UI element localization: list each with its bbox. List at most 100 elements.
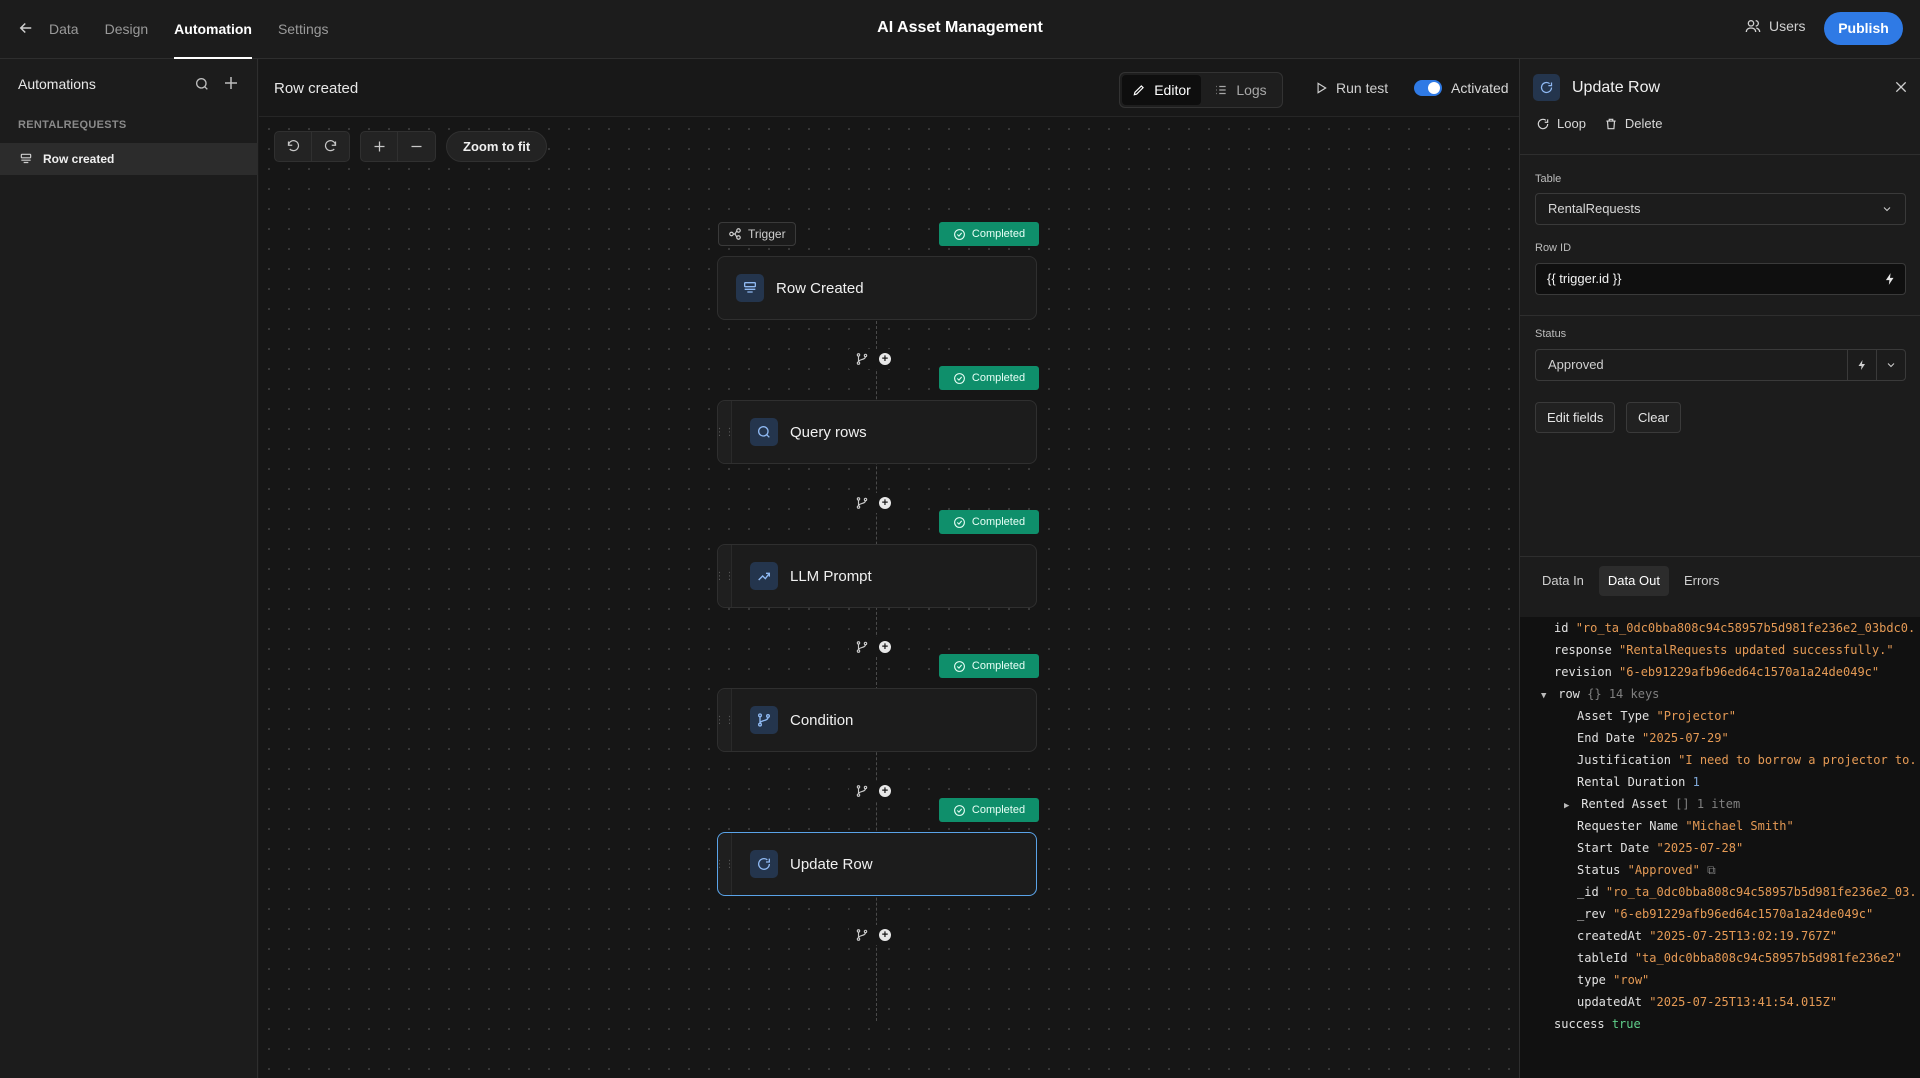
chevron-down-icon: [1887, 363, 1895, 368]
table-icon: [20, 153, 32, 164]
json-key: End Date: [1577, 731, 1635, 745]
json-value: "2025-07-28": [1656, 841, 1744, 855]
tab-data-out[interactable]: Data Out: [1598, 566, 1669, 596]
json-row-expandable[interactable]: ▶ Rented Asset [] 1 item: [1564, 793, 1740, 815]
json-row: Status "Approved" ⧉: [1577, 859, 1716, 881]
tab-automation[interactable]: Automation: [174, 0, 252, 59]
data-out-viewer[interactable]: id "ro_ta_0dc0bba808c94c58957b5d981fe236…: [1520, 617, 1920, 1078]
minus-icon: [411, 145, 422, 148]
drag-handle[interactable]: ⋮⋮: [715, 833, 735, 895]
close-icon[interactable]: [1893, 79, 1909, 95]
status-field[interactable]: Approved: [1535, 349, 1906, 381]
clear-button[interactable]: Clear: [1626, 402, 1682, 433]
add-step-icon[interactable]: +: [879, 641, 891, 653]
expand-arrow-icon[interactable]: ▶: [1564, 795, 1574, 815]
automations-sidebar: Automations RENTALREQUESTS Row created: [0, 59, 258, 1078]
check-circle-icon: [953, 804, 965, 816]
search-icon[interactable]: [194, 76, 210, 92]
users-button[interactable]: Users: [1745, 18, 1806, 34]
chevron-down-icon: [1883, 207, 1891, 212]
json-value: "ta_0dc0bba808c94c58957b5d981fe236e2": [1634, 951, 1903, 965]
collapse-arrow-icon[interactable]: ▼: [1541, 685, 1551, 705]
plus-icon[interactable]: [222, 74, 240, 92]
json-key: type: [1577, 973, 1606, 987]
node-title: LLM Prompt: [790, 567, 872, 585]
activated-label: Activated: [1451, 80, 1509, 96]
branch-icon[interactable]: [855, 352, 869, 366]
json-row: Rental Duration 1: [1577, 771, 1700, 793]
json-row: Asset Type "Projector": [1577, 705, 1736, 727]
canvas-title: Row created: [274, 80, 359, 97]
top-nav: Data Design Automation Settings: [49, 0, 355, 59]
json-row: End Date "2025-07-29": [1577, 727, 1729, 749]
json-key: id: [1554, 621, 1569, 635]
json-row: Justification "I need to borrow a projec…: [1577, 749, 1916, 771]
undo-icon: [287, 140, 299, 152]
add-step-icon[interactable]: +: [879, 929, 891, 941]
run-test-button[interactable]: Run test: [1314, 80, 1388, 96]
json-row: updatedAt "2025-07-25T13:41:54.015Z": [1577, 991, 1837, 1013]
tab-errors[interactable]: Errors: [1675, 566, 1728, 596]
sidebar-item-label: Row created: [43, 152, 115, 166]
json-value: "2025-07-25T13:02:19.767Z": [1649, 929, 1838, 943]
step-connector: +: [849, 925, 897, 945]
status-badge: Completed: [939, 222, 1039, 246]
add-step-icon[interactable]: +: [879, 785, 891, 797]
node-row-created[interactable]: Row Created: [717, 256, 1037, 320]
json-value: true: [1611, 1017, 1641, 1031]
loop-button[interactable]: Loop: [1536, 116, 1586, 131]
branch-icon[interactable]: [855, 928, 869, 942]
copy-icon[interactable]: ⧉: [1707, 863, 1716, 877]
editor-tab[interactable]: Editor: [1122, 75, 1201, 105]
add-step-icon[interactable]: +: [879, 353, 891, 365]
json-meta: [] 1 item: [1675, 797, 1741, 811]
json-key: Start Date: [1577, 841, 1650, 855]
node-llm-prompt[interactable]: ⋮⋮ LLM Prompt: [715, 544, 1037, 608]
tab-data[interactable]: Data: [49, 0, 79, 59]
table-select[interactable]: RentalRequests: [1535, 193, 1906, 225]
zoom-in-button[interactable]: [361, 132, 398, 161]
add-step-icon[interactable]: +: [879, 497, 891, 509]
json-row: response "RentalRequests updated success…: [1554, 639, 1894, 661]
json-value: "6-eb91229afb96ed64c1570a1a24de049c": [1613, 907, 1874, 921]
delete-button[interactable]: Delete: [1604, 116, 1663, 131]
check-circle-icon: [953, 228, 965, 240]
status-dropdown-button[interactable]: [1876, 350, 1905, 380]
logs-tab[interactable]: Logs: [1201, 75, 1280, 105]
activated-switch[interactable]: [1414, 80, 1442, 96]
row-id-label: Row ID: [1535, 242, 1572, 254]
activated-toggle[interactable]: Activated: [1414, 80, 1509, 96]
drag-handle[interactable]: ⋮⋮: [715, 401, 735, 463]
bolt-button[interactable]: [1847, 350, 1876, 380]
branch-icon[interactable]: [855, 784, 869, 798]
node-update-row[interactable]: ⋮⋮ Update Row: [715, 832, 1037, 896]
json-key: tableId: [1577, 951, 1628, 965]
tab-design[interactable]: Design: [105, 0, 149, 59]
bolt-icon[interactable]: [1883, 272, 1897, 286]
tab-data-in[interactable]: Data In: [1533, 566, 1593, 596]
automation-canvas[interactable]: Row created Editor Logs Run test Activat…: [259, 59, 1519, 1078]
edit-fields-button[interactable]: Edit fields: [1535, 402, 1616, 433]
node-query-rows[interactable]: ⋮⋮ Query rows: [715, 400, 1037, 464]
publish-button[interactable]: Publish: [1824, 12, 1903, 45]
branch-icon[interactable]: [855, 496, 869, 510]
table-label: Table: [1535, 173, 1562, 185]
row-id-input[interactable]: {{ trigger.id }}: [1535, 263, 1906, 295]
json-value: 1: [1692, 775, 1700, 789]
undo-button[interactable]: [275, 132, 312, 161]
divider: [1520, 154, 1920, 155]
node-condition[interactable]: ⋮⋮ Condition: [715, 688, 1037, 752]
redo-button[interactable]: [312, 132, 349, 161]
completed-label: Completed: [971, 804, 1026, 816]
drag-handle[interactable]: ⋮⋮: [715, 545, 735, 607]
tab-settings[interactable]: Settings: [278, 0, 329, 59]
sidebar-item-row-created[interactable]: Row created: [0, 143, 258, 175]
zoom-out-button[interactable]: [398, 132, 435, 161]
json-key: response: [1554, 643, 1612, 657]
json-meta: {} 14 keys: [1587, 687, 1660, 701]
arrow-left-icon[interactable]: [17, 19, 35, 37]
zoom-to-fit-button[interactable]: Zoom to fit: [446, 131, 548, 162]
json-row-expandable[interactable]: ▼ row {} 14 keys: [1541, 683, 1659, 705]
branch-icon[interactable]: [855, 640, 869, 654]
drag-handle[interactable]: ⋮⋮: [715, 689, 735, 751]
